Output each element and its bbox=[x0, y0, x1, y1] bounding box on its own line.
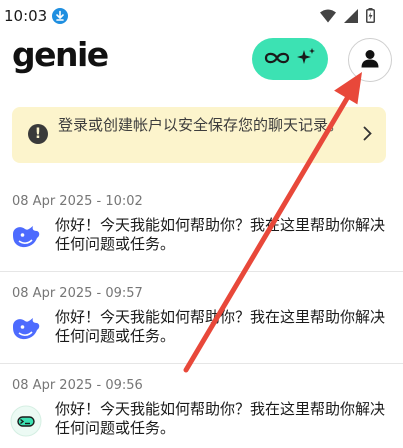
chat-preview-text: 你好！今天我能如何帮助你？我在这里帮助你解决任何问题或任务。 bbox=[55, 400, 386, 437]
deepseek-whale-icon bbox=[10, 221, 42, 253]
person-icon bbox=[360, 48, 380, 72]
cellular-signal-icon bbox=[344, 8, 358, 27]
chat-date: 08 Apr 2025 - 09:57 bbox=[12, 286, 143, 301]
exclamation-icon: ! bbox=[28, 124, 48, 144]
app-header: genie bbox=[0, 32, 403, 92]
chat-list-item[interactable]: 08 Apr 2025 - 09:57 你好！今天我能如何帮助你？我在这里帮助你… bbox=[0, 272, 403, 364]
status-time: 10:03 bbox=[4, 7, 48, 25]
sparkle-icon bbox=[296, 47, 316, 71]
infinity-icon bbox=[264, 50, 290, 69]
chevron-right-icon bbox=[363, 126, 372, 145]
battery-icon bbox=[366, 8, 375, 27]
chat-date: 08 Apr 2025 - 10:02 bbox=[12, 194, 143, 209]
deepseek-whale-icon bbox=[10, 313, 42, 345]
download-notification-icon bbox=[52, 8, 68, 24]
chat-preview-text: 你好！今天我能如何帮助你？我在这里帮助你解决任何问题或任务。 bbox=[55, 216, 386, 253]
chat-list-item[interactable]: 08 Apr 2025 - 09:56 你好！今天我能如何帮助你？我在这里帮助你… bbox=[0, 364, 403, 448]
pro-upgrade-button[interactable] bbox=[252, 38, 328, 80]
app-logo: genie bbox=[12, 35, 109, 74]
genie-bot-icon bbox=[10, 405, 42, 437]
banner-text: 登录或创建帐户以安全保存您的聊天记录。 bbox=[58, 116, 344, 134]
login-banner[interactable]: ! 登录或创建帐户以安全保存您的聊天记录。 bbox=[12, 107, 386, 163]
chat-list-item[interactable]: 08 Apr 2025 - 10:02 你好！今天我能如何帮助你？我在这里帮助你… bbox=[0, 180, 403, 272]
status-bar: 10:03 bbox=[0, 0, 403, 32]
chat-date: 08 Apr 2025 - 09:56 bbox=[12, 378, 143, 393]
profile-button[interactable] bbox=[348, 38, 392, 82]
chat-preview-text: 你好！今天我能如何帮助你？我在这里帮助你解决任何问题或任务。 bbox=[55, 308, 386, 345]
wifi-icon bbox=[320, 8, 336, 27]
